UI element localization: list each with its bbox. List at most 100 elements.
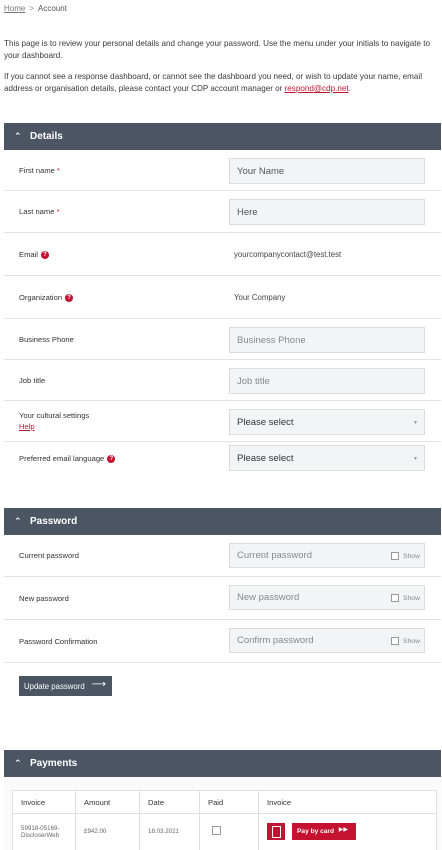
new-password-row: New password New password Show	[4, 577, 441, 620]
email-language-value: Please select	[237, 452, 294, 464]
confirm-password-label: Password Confirmation	[19, 636, 98, 646]
email-value: yourcompanycontact@test.test	[234, 249, 342, 259]
show-current-password-toggle[interactable]: Show	[390, 552, 420, 560]
payments-table-header: Invoice Amount Date Paid Invoice	[12, 790, 437, 814]
business-phone-label: Business Phone	[19, 334, 74, 344]
column-header-date: Date	[139, 790, 200, 814]
current-password-row: Current password Current password Show	[4, 535, 441, 577]
first-name-label-text: First name	[19, 165, 55, 175]
update-password-label: Update password	[24, 681, 85, 691]
payments-table: Invoice Amount Date Paid Invoice 59918-0…	[12, 790, 437, 850]
details-panel: ⌃ Details First name * Your Name Last na…	[4, 123, 441, 475]
last-name-label: Last name *	[19, 191, 60, 232]
last-name-label-text: Last name	[19, 207, 55, 216]
column-header-invoice-actions: Invoice	[258, 790, 437, 814]
chevron-up-icon: ⌃	[14, 131, 22, 141]
job-title-label: Job title	[19, 375, 46, 385]
update-password-row: Update password ⟶	[4, 663, 441, 718]
new-password-placeholder: New password	[237, 592, 300, 603]
details-title: Details	[30, 131, 63, 142]
arrow-right-icon: ⟶	[91, 679, 106, 690]
first-name-row: First name * Your Name	[4, 150, 441, 191]
email-language-select[interactable]: Please select ▼	[229, 445, 425, 471]
confirm-password-placeholder: Confirm password	[237, 635, 314, 646]
column-header-amount: Amount	[75, 790, 140, 814]
respond-email-link[interactable]: respond@cdp.net	[285, 84, 349, 93]
payments-panel-header[interactable]: ⌃ Payments	[4, 750, 441, 777]
show-confirm-password-toggle[interactable]: Show	[390, 637, 420, 645]
first-name-input[interactable]: Your Name	[229, 158, 425, 184]
cultural-settings-label-text: Your cultural settings	[19, 411, 90, 420]
show-label: Show	[402, 637, 420, 645]
invoice-number: 59918-05169-DiscloserWeb	[12, 813, 76, 850]
update-password-button[interactable]: Update password ⟶	[19, 676, 112, 696]
breadcrumb-separator: >	[29, 4, 35, 13]
help-question-icon[interactable]: ?	[65, 293, 74, 302]
organization-label-text: Organization	[19, 292, 63, 302]
business-phone-row: Business Phone Business Phone	[4, 319, 441, 360]
business-phone-input[interactable]: Business Phone	[229, 327, 425, 353]
current-password-placeholder: Current password	[237, 550, 312, 561]
show-label: Show	[402, 594, 420, 602]
fast-forward-icon: ▶▶	[338, 827, 348, 834]
intro-paragraph-2: If you cannot see a response dashboard, …	[4, 71, 438, 95]
job-title-input[interactable]: Job title	[229, 368, 425, 394]
email-language-label: Preferred email language?	[19, 442, 116, 475]
pdf-document-icon[interactable]	[267, 823, 285, 841]
breadcrumb-current: Account	[38, 4, 67, 13]
cultural-settings-label: Your cultural settings Help	[19, 401, 89, 441]
payments-title: Payments	[30, 758, 78, 769]
last-name-row: Last name * Here	[4, 191, 441, 233]
organization-row: Organization? Your Company	[4, 276, 441, 319]
organization-value: Your Company	[234, 292, 286, 302]
intro-paragraph-2-text: If you cannot see a response dashboard, …	[4, 72, 422, 93]
new-password-input[interactable]: New password Show	[229, 585, 425, 610]
confirm-password-row: Password Confirmation Confirm password S…	[4, 620, 441, 663]
show-new-password-toggle[interactable]: Show	[390, 594, 420, 602]
intro-paragraph-2-suffix: .	[348, 84, 351, 93]
cultural-settings-value: Please select	[237, 416, 294, 428]
intro-text: This page is to review your personal det…	[4, 38, 438, 104]
cultural-settings-select[interactable]: Please select ▼	[229, 409, 425, 435]
show-label: Show	[402, 552, 420, 560]
checkbox[interactable]	[390, 637, 399, 645]
current-password-input[interactable]: Current password Show	[229, 543, 425, 568]
pay-by-card-button[interactable]: Pay by card ▶▶	[292, 823, 356, 841]
cultural-settings-row: Your cultural settings Help Please selec…	[4, 401, 441, 442]
pay-by-card-label: Pay by card	[297, 828, 335, 836]
help-question-icon[interactable]: ?	[107, 455, 116, 463]
required-mark: *	[56, 207, 60, 216]
column-header-invoice: Invoice	[12, 790, 76, 814]
email-language-row: Preferred email language? Please select ▼	[4, 442, 441, 475]
first-name-label: First name *	[19, 150, 60, 190]
password-panel-header[interactable]: ⌃ Password	[4, 508, 441, 535]
help-question-icon[interactable]: ?	[41, 250, 49, 259]
organization-label: Organization?	[19, 276, 74, 318]
intro-paragraph-1: This page is to review your personal det…	[4, 39, 431, 60]
caret-down-icon: ▼	[413, 420, 418, 426]
password-panel: ⌃ Password Current password Current pass…	[4, 508, 441, 718]
password-title: Password	[30, 516, 78, 527]
checkbox[interactable]	[390, 594, 399, 602]
chevron-up-icon: ⌃	[14, 516, 22, 526]
new-password-label: New password	[19, 593, 69, 603]
chevron-up-icon: ⌃	[14, 758, 22, 768]
invoice-actions-cell: Pay by card ▶▶	[258, 813, 437, 850]
checkbox[interactable]	[390, 552, 399, 560]
required-mark: *	[57, 165, 60, 175]
breadcrumb: Home > Account	[4, 4, 67, 13]
email-label-text: Email	[19, 249, 38, 259]
details-panel-header[interactable]: ⌃ Details	[4, 123, 441, 150]
cultural-help-link[interactable]: Help	[19, 422, 89, 431]
email-label: Email?	[19, 233, 49, 275]
paid-checkbox[interactable]	[212, 826, 221, 836]
invoice-date: 18.03.2021	[139, 813, 200, 850]
current-password-label: Current password	[19, 551, 79, 560]
last-name-input[interactable]: Here	[229, 199, 425, 225]
confirm-password-input[interactable]: Confirm password Show	[229, 628, 425, 653]
breadcrumb-home-link[interactable]: Home	[4, 4, 25, 13]
email-row: Email? yourcompanycontact@test.test	[4, 233, 441, 276]
table-row: 59918-05169-DiscloserWeb £942.00 18.03.2…	[12, 813, 437, 850]
email-language-label-text: Preferred email language	[19, 454, 105, 463]
caret-down-icon: ▼	[413, 456, 418, 462]
